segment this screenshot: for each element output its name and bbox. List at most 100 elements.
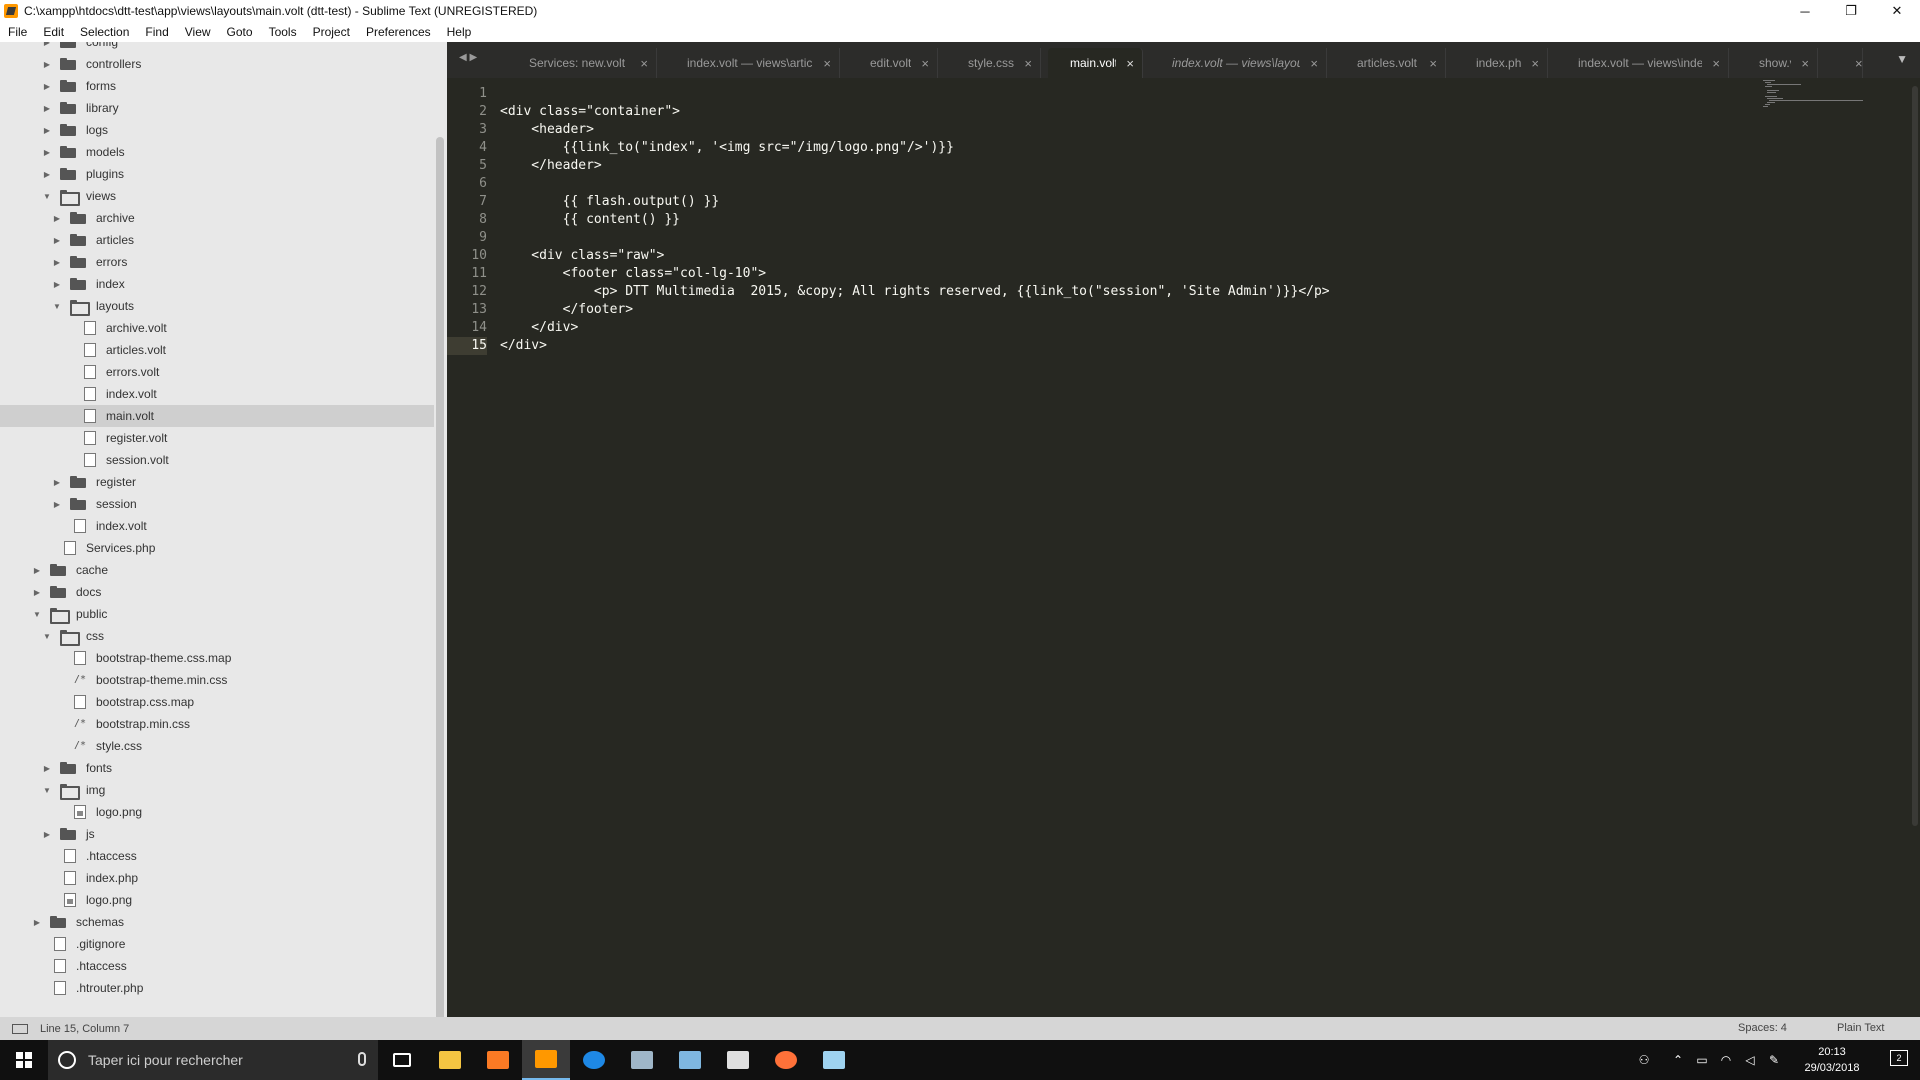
menu-file[interactable]: File <box>0 22 35 42</box>
tree-item[interactable]: register.volt <box>0 427 434 449</box>
tab-close-icon[interactable]: × <box>1024 56 1032 71</box>
tree-item[interactable]: ▶ library <box>0 97 434 119</box>
battery-icon[interactable]: ▭ <box>1690 1053 1714 1067</box>
maximize-button[interactable]: ❐ <box>1828 0 1874 22</box>
code-line[interactable]: </header> <box>500 157 601 175</box>
tab-8[interactable]: index.volt — views\index × <box>1556 48 1729 78</box>
people-icon[interactable]: ⚇ <box>1632 1053 1656 1067</box>
disclosure-collapsed-icon[interactable]: ▶ <box>32 587 42 597</box>
tab-5[interactable]: index.volt — views\layouts × <box>1150 48 1327 78</box>
tree-item[interactable]: Services.php <box>0 537 434 559</box>
code-line[interactable]: <div class="container"> <box>500 103 680 121</box>
menu-edit[interactable]: Edit <box>35 22 72 42</box>
tree-item[interactable]: main.volt <box>0 405 434 427</box>
disclosure-collapsed-icon[interactable]: ▶ <box>52 499 62 509</box>
tree-item[interactable]: /* style.css <box>0 735 434 757</box>
control-panel-taskbar-button[interactable] <box>618 1040 666 1080</box>
code-line[interactable]: </footer> <box>500 301 633 319</box>
tree-item[interactable]: ▼ layouts <box>0 295 434 317</box>
code-line[interactable]: <header> <box>500 121 594 139</box>
menu-tools[interactable]: Tools <box>261 22 305 42</box>
menu-view[interactable]: View <box>177 22 219 42</box>
disclosure-collapsed-icon[interactable]: ▶ <box>42 125 52 135</box>
tree-item[interactable]: ▶ docs <box>0 581 434 603</box>
disclosure-collapsed-icon[interactable]: ▶ <box>52 257 62 267</box>
tree-item[interactable]: /* bootstrap-theme.min.css <box>0 669 434 691</box>
disclosure-expanded-icon[interactable]: ▼ <box>42 785 52 795</box>
code-line[interactable]: <footer class="col-lg-10"> <box>500 265 767 283</box>
tree-item[interactable]: ▶ plugins <box>0 163 434 185</box>
disclosure-collapsed-icon[interactable]: ▶ <box>42 829 52 839</box>
tab-close-icon[interactable]: × <box>1429 56 1437 71</box>
tree-item[interactable]: ▶ forms <box>0 75 434 97</box>
tree-item[interactable]: ▶ cache <box>0 559 434 581</box>
file-explorer-taskbar-button[interactable] <box>426 1040 474 1080</box>
code-editor[interactable]: 1 2 3 4 5 6 7 8 9 10 11 12 13 14 15 <div class="contai… <box>447 78 1920 1017</box>
menu-preferences[interactable]: Preferences <box>358 22 439 42</box>
taskbar-clock[interactable]: 20:13 29/03/2018 <box>1792 1044 1872 1076</box>
disclosure-collapsed-icon[interactable]: ▶ <box>42 59 52 69</box>
tree-item[interactable]: ▼ public <box>0 603 434 625</box>
tree-item[interactable]: logo.png <box>0 801 434 823</box>
code-line[interactable]: {{ flash.output() }} <box>500 193 720 211</box>
tree-item[interactable]: index.php <box>0 867 434 889</box>
tree-item[interactable]: /* bootstrap.min.css <box>0 713 434 735</box>
panel-toggle-icon[interactable] <box>12 1023 28 1034</box>
tree-item[interactable]: ▶ index <box>0 273 434 295</box>
disclosure-collapsed-icon[interactable]: ▶ <box>42 42 52 47</box>
disclosure-collapsed-icon[interactable]: ▶ <box>32 917 42 927</box>
minimap[interactable] <box>1763 80 1863 108</box>
tab-close-icon[interactable]: × <box>1531 56 1539 71</box>
tree-item[interactable]: ▶ errors <box>0 251 434 273</box>
code-line[interactable]: <div class="raw"> <box>500 247 664 265</box>
tree-item[interactable]: ▼ css <box>0 625 434 647</box>
tree-item[interactable]: ▶ config <box>0 42 434 53</box>
sublime-text-taskbar-button[interactable] <box>522 1040 570 1080</box>
disclosure-expanded-icon[interactable]: ▼ <box>42 191 52 201</box>
disclosure-collapsed-icon[interactable]: ▶ <box>42 147 52 157</box>
code-line[interactable]: {{ content() }} <box>500 211 680 229</box>
tree-item[interactable]: session.volt <box>0 449 434 471</box>
disclosure-collapsed-icon[interactable]: ▶ <box>52 235 62 245</box>
disclosure-expanded-icon[interactable]: ▼ <box>52 301 62 311</box>
disclosure-collapsed-icon[interactable]: ▶ <box>52 213 62 223</box>
microphone-icon[interactable] <box>358 1052 366 1066</box>
tree-item[interactable]: ▼ views <box>0 185 434 207</box>
sidebar-scrollbar[interactable] <box>436 137 444 1017</box>
tree-item[interactable]: ▶ articles <box>0 229 434 251</box>
start-button[interactable] <box>0 1040 48 1080</box>
code-line[interactable]: </div> <box>500 319 578 337</box>
tree-item[interactable]: .htaccess <box>0 955 434 977</box>
photos-taskbar-button[interactable] <box>714 1040 762 1080</box>
tree-item[interactable]: index.volt <box>0 383 434 405</box>
close-button[interactable]: ✕ <box>1874 0 1920 22</box>
action-center-notification-icon[interactable]: 2 <box>1890 1050 1908 1066</box>
xampp-taskbar-button[interactable] <box>474 1040 522 1080</box>
disclosure-collapsed-icon[interactable]: ▶ <box>42 169 52 179</box>
tree-item[interactable]: ▶ register <box>0 471 434 493</box>
tree-item[interactable]: errors.volt <box>0 361 434 383</box>
pen-icon[interactable]: ✎ <box>1762 1053 1786 1067</box>
disclosure-expanded-icon[interactable]: ▼ <box>42 631 52 641</box>
tab-close-icon[interactable]: × <box>1126 56 1134 71</box>
wifi-icon[interactable]: ◠ <box>1714 1053 1738 1067</box>
tab-list-dropdown-icon[interactable]: ▼ <box>1896 52 1908 66</box>
tab-close-icon[interactable]: × <box>1801 56 1809 71</box>
tree-item[interactable]: ▶ schemas <box>0 911 434 933</box>
menu-find[interactable]: Find <box>137 22 176 42</box>
menu-help[interactable]: Help <box>439 22 480 42</box>
indentation-setting[interactable]: Spaces: 4 <box>1738 1017 1787 1040</box>
tree-item[interactable]: ▶ js <box>0 823 434 845</box>
tab-close-icon[interactable]: × <box>1310 56 1318 71</box>
chevron-up-icon[interactable]: ⌃ <box>1666 1053 1690 1067</box>
syntax-mode[interactable]: Plain Text <box>1837 1017 1885 1040</box>
tab-2[interactable]: edit.volt × <box>848 48 938 78</box>
tree-item[interactable]: index.volt <box>0 515 434 537</box>
disclosure-collapsed-icon[interactable]: ▶ <box>32 565 42 575</box>
tab-9[interactable]: show.volt × <box>1737 48 1818 78</box>
menu-project[interactable]: Project <box>305 22 358 42</box>
minimize-button[interactable]: ─ <box>1782 0 1828 22</box>
tab-1[interactable]: index.volt — views\articles × <box>665 48 840 78</box>
tree-item[interactable]: ▼ img <box>0 779 434 801</box>
disclosure-collapsed-icon[interactable]: ▶ <box>52 477 62 487</box>
